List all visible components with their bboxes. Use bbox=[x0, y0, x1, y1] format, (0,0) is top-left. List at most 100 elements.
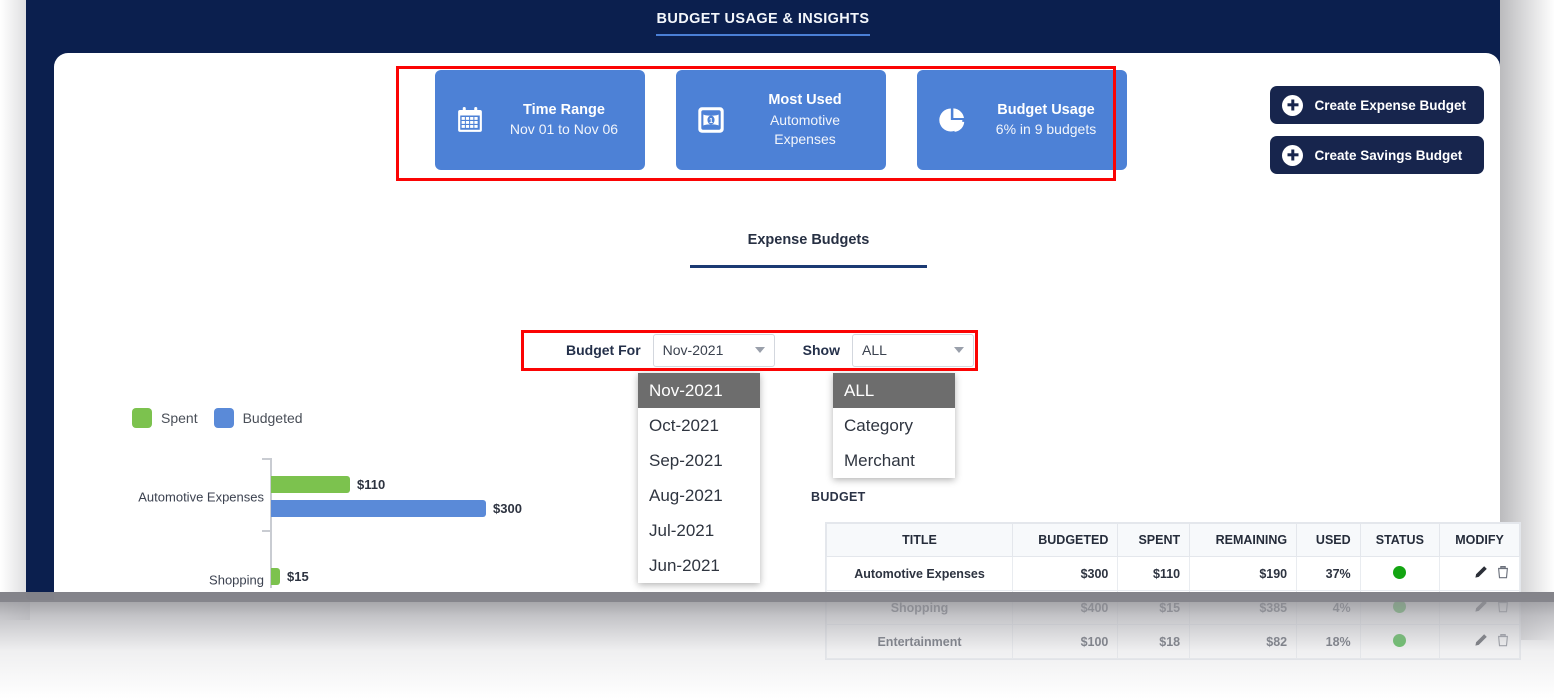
cell-title: Automotive Expenses bbox=[827, 557, 1013, 591]
plus-circle-icon bbox=[1282, 145, 1303, 166]
plus-circle-icon bbox=[1282, 95, 1303, 116]
budget-table: TITLE BUDGETED SPENT REMAINING USED STAT… bbox=[826, 523, 1520, 659]
chart-bar-spent: $110 bbox=[271, 476, 385, 493]
cell-remaining: $385 bbox=[1190, 591, 1297, 625]
budget-for-option-sep-2021[interactable]: Sep-2021 bbox=[638, 443, 760, 478]
legend-item-spent[interactable]: Spent bbox=[132, 408, 198, 428]
tile-time-range[interactable]: Time Range Nov 01 to Nov 06 bbox=[435, 70, 645, 170]
delete-icon[interactable] bbox=[1496, 633, 1510, 650]
legend-label-budgeted: Budgeted bbox=[243, 410, 303, 426]
budget-for-option-aug-2021[interactable]: Aug-2021 bbox=[638, 478, 760, 513]
legend-item-budgeted[interactable]: Budgeted bbox=[214, 408, 303, 428]
tile-most-used[interactable]: 1 Most Used Automotive Expenses bbox=[676, 70, 886, 170]
cell-status bbox=[1360, 557, 1439, 591]
table-row[interactable]: Automotive Expenses $300 $110 $190 37% bbox=[827, 557, 1520, 591]
chart-legend: Spent Budgeted bbox=[88, 408, 648, 428]
table-row[interactable]: Shopping $400 $15 $385 4% bbox=[827, 591, 1520, 625]
create-savings-budget-label: Create Savings Budget bbox=[1314, 148, 1462, 163]
tile-most-used-text: Most Used Automotive Expenses bbox=[742, 91, 868, 148]
column-header-used[interactable]: USED bbox=[1297, 524, 1361, 557]
show-option-all[interactable]: ALL bbox=[833, 373, 955, 408]
legend-swatch-spent bbox=[132, 408, 152, 428]
budget-bar-chart: Spent Budgeted Automotive Expenses bbox=[88, 408, 648, 603]
tile-time-range-text: Time Range Nov 01 to Nov 06 bbox=[501, 101, 627, 139]
edit-icon[interactable] bbox=[1474, 565, 1488, 582]
budget-for-option-oct-2021[interactable]: Oct-2021 bbox=[638, 408, 760, 443]
chart-bar-budgeted: $300 bbox=[271, 500, 522, 517]
column-header-status[interactable]: STATUS bbox=[1360, 524, 1439, 557]
cell-spent: $15 bbox=[1118, 591, 1190, 625]
column-header-budgeted[interactable]: BUDGETED bbox=[1013, 524, 1118, 557]
tile-budget-usage[interactable]: Budget Usage 6% in 9 budgets bbox=[917, 70, 1127, 170]
show-label: Show bbox=[803, 342, 840, 358]
chart-category-label: Automotive Expenses bbox=[138, 490, 264, 505]
budget-for-option-jul-2021[interactable]: Jul-2021 bbox=[638, 513, 760, 548]
chart-bar-value: $15 bbox=[287, 569, 309, 584]
cell-remaining: $82 bbox=[1190, 625, 1297, 659]
budget-for-select[interactable]: Nov-2021 bbox=[653, 334, 775, 367]
legend-label-spent: Spent bbox=[161, 410, 198, 426]
show-select[interactable]: ALL bbox=[852, 334, 974, 367]
chart-bar-rect bbox=[271, 500, 486, 517]
status-badge bbox=[1393, 566, 1406, 579]
chart-category-label: Shopping bbox=[209, 573, 264, 588]
cell-used: 4% bbox=[1297, 591, 1361, 625]
chart-axis-tick bbox=[262, 458, 271, 460]
delete-icon[interactable] bbox=[1496, 565, 1510, 582]
table-row[interactable]: Entertainment $100 $18 $82 18% bbox=[827, 625, 1520, 659]
chart-bar-value: $110 bbox=[357, 477, 385, 492]
budget-for-value: Nov-2021 bbox=[663, 342, 724, 358]
cell-title: Shopping bbox=[827, 591, 1013, 625]
show-option-category[interactable]: Category bbox=[833, 408, 955, 443]
chart-bar-rect bbox=[271, 476, 350, 493]
cell-used: 18% bbox=[1297, 625, 1361, 659]
delete-icon[interactable] bbox=[1496, 599, 1510, 616]
tile-time-range-label: Time Range bbox=[523, 101, 605, 121]
edit-icon[interactable] bbox=[1474, 599, 1488, 616]
page-title: BUDGET USAGE & INSIGHTS bbox=[656, 11, 869, 36]
edit-icon[interactable] bbox=[1474, 633, 1488, 650]
application-frame: BUDGET USAGE & INSIGHTS bbox=[26, 0, 1500, 600]
table-caption: BUDGET bbox=[811, 490, 866, 504]
tile-budget-usage-value: 6% in 9 budgets bbox=[996, 120, 1096, 139]
cell-budgeted: $400 bbox=[1013, 591, 1118, 625]
legend-swatch-budgeted bbox=[214, 408, 234, 428]
table-head: TITLE BUDGETED SPENT REMAINING USED STAT… bbox=[827, 524, 1520, 557]
svg-text:1: 1 bbox=[709, 118, 713, 125]
chevron-down-icon bbox=[954, 347, 964, 353]
create-expense-budget-button[interactable]: Create Expense Budget bbox=[1270, 86, 1484, 124]
filter-bar: Budget For Nov-2021 Show ALL bbox=[566, 330, 974, 370]
budget-for-option-nov-2021[interactable]: Nov-2021 bbox=[638, 373, 760, 408]
tile-budget-usage-text: Budget Usage 6% in 9 budgets bbox=[983, 101, 1109, 139]
cell-spent: $110 bbox=[1118, 557, 1190, 591]
column-header-modify[interactable]: MODIFY bbox=[1440, 524, 1520, 557]
budget-for-dropdown-menu[interactable]: Nov-2021 Oct-2021 Sep-2021 Aug-2021 Jul-… bbox=[638, 373, 760, 583]
status-badge bbox=[1393, 600, 1406, 613]
column-header-spent[interactable]: SPENT bbox=[1118, 524, 1190, 557]
budget-for-option-jun-2021[interactable]: Jun-2021 bbox=[638, 548, 760, 583]
tab-expense-budgets-label: Expense Budgets bbox=[748, 232, 870, 248]
tile-most-used-value: Automotive Expenses bbox=[742, 111, 868, 149]
cell-budgeted: $100 bbox=[1013, 625, 1118, 659]
summary-tiles: Time Range Nov 01 to Nov 06 1 bbox=[435, 70, 1127, 170]
titlebar: BUDGET USAGE & INSIGHTS bbox=[26, 0, 1500, 55]
chevron-down-icon bbox=[755, 347, 765, 353]
create-savings-budget-button[interactable]: Create Savings Budget bbox=[1270, 136, 1484, 174]
show-dropdown-menu[interactable]: ALL Category Merchant bbox=[833, 373, 955, 478]
column-header-remaining[interactable]: REMAINING bbox=[1190, 524, 1297, 557]
budget-for-label: Budget For bbox=[566, 342, 641, 358]
content-card: Time Range Nov 01 to Nov 06 1 bbox=[54, 53, 1500, 603]
tab-expense-budgets[interactable]: Expense Budgets bbox=[690, 231, 927, 268]
status-badge bbox=[1393, 634, 1406, 647]
cell-modify bbox=[1440, 625, 1520, 659]
screenshot-stage: BUDGET USAGE & INSIGHTS bbox=[0, 0, 1554, 699]
cell-used: 37% bbox=[1297, 557, 1361, 591]
chart-group-automotive-expenses: Automotive Expenses $110 $300 bbox=[88, 468, 648, 526]
chart-plot-area: Automotive Expenses $110 $300 Shopping bbox=[88, 458, 648, 588]
column-header-title[interactable]: TITLE bbox=[827, 524, 1013, 557]
chart-bar-value: $300 bbox=[493, 501, 522, 516]
show-option-merchant[interactable]: Merchant bbox=[833, 443, 955, 478]
cell-modify bbox=[1440, 591, 1520, 625]
create-expense-budget-label: Create Expense Budget bbox=[1314, 98, 1466, 113]
cell-status bbox=[1360, 625, 1439, 659]
